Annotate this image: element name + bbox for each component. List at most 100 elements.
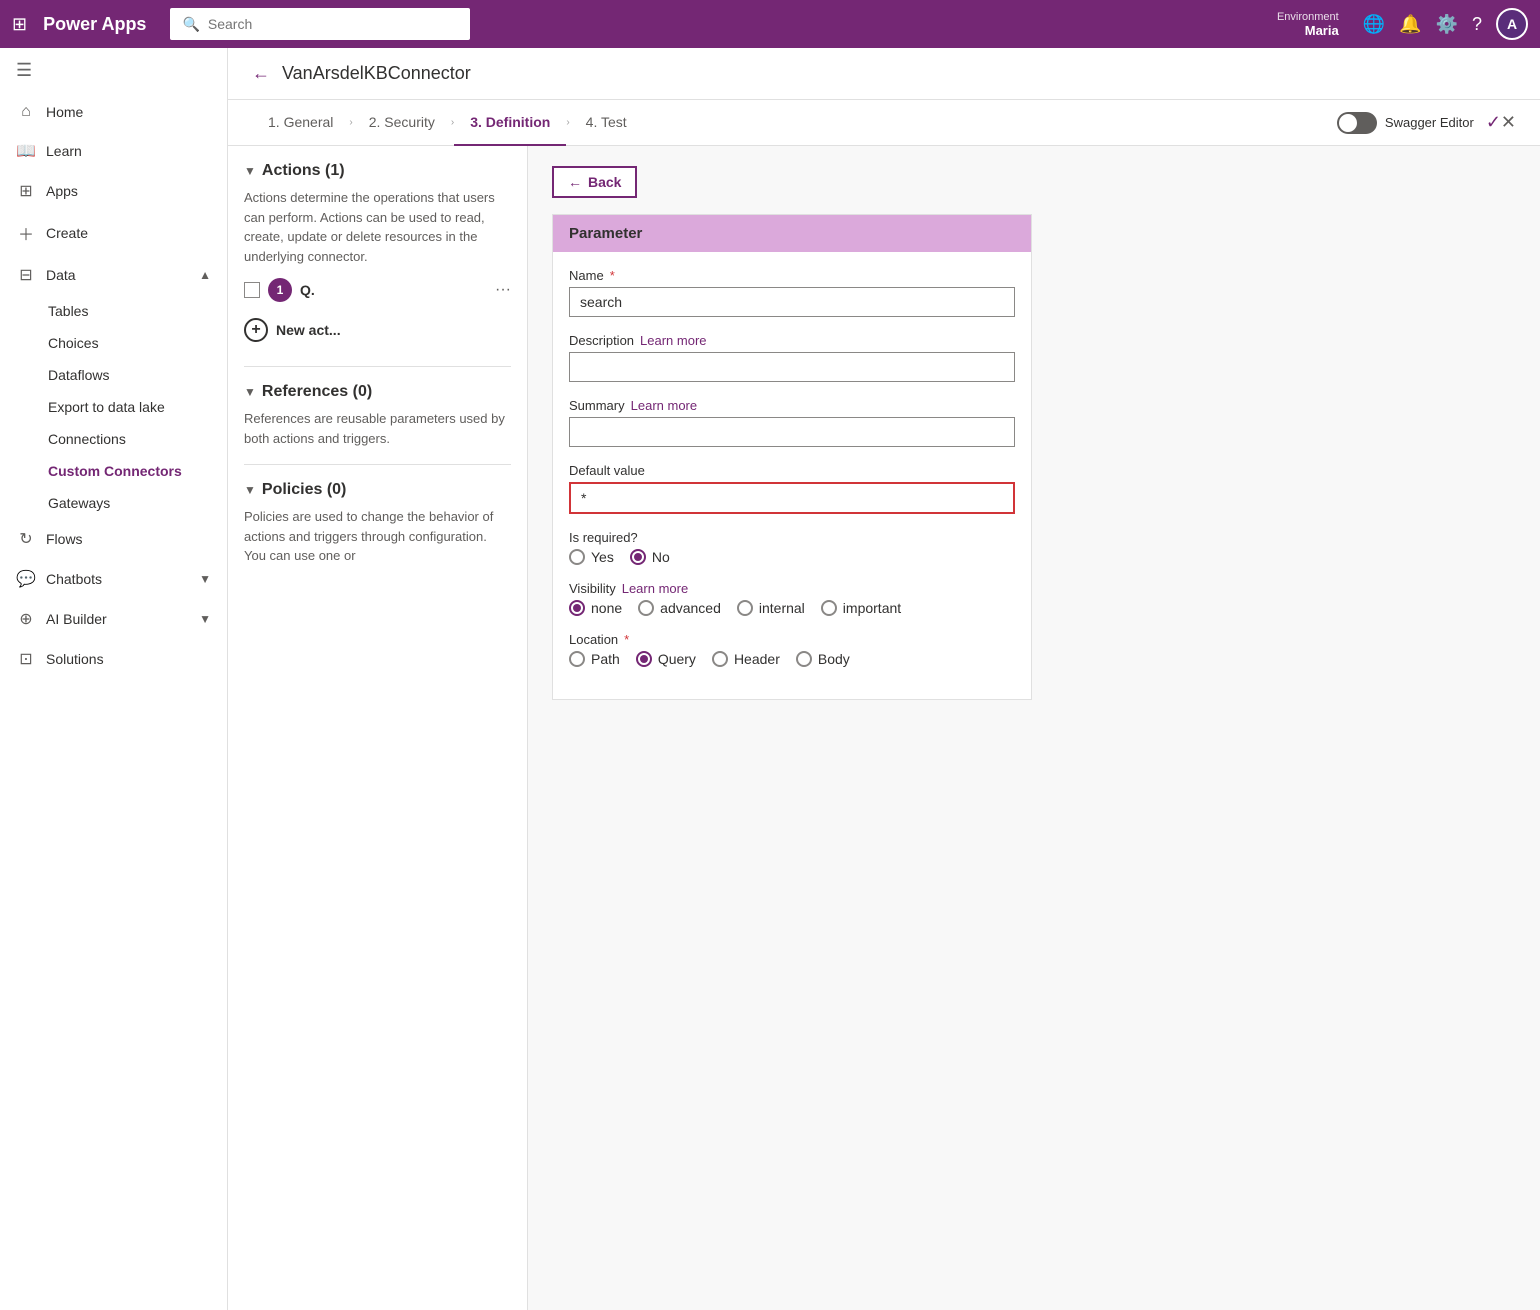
sidebar-item-connections[interactable]: Connections bbox=[32, 423, 227, 455]
sidebar-toggle[interactable]: ☰ bbox=[0, 48, 227, 93]
visibility-none[interactable]: none bbox=[569, 600, 622, 616]
create-icon: ＋ bbox=[16, 221, 36, 245]
visibility-label: Visibility Learn more bbox=[569, 581, 1015, 596]
env-label: Environment bbox=[1277, 11, 1339, 23]
connector-title: VanArsdelKBConnector bbox=[282, 63, 471, 84]
sidebar-item-dataflows[interactable]: Dataflows bbox=[32, 359, 227, 391]
sidebar-item-label-create: Create bbox=[46, 225, 88, 241]
sidebar-section-data[interactable]: ⊟ Data ▲ bbox=[0, 255, 227, 295]
globe-icon[interactable]: 🌐 bbox=[1363, 14, 1385, 35]
environment-info: Environment Maria bbox=[1277, 11, 1339, 38]
flows-icon: ↻ bbox=[16, 529, 36, 549]
data-subitems: Tables Choices Dataflows Export to data … bbox=[0, 295, 227, 519]
sidebar-item-create[interactable]: ＋ Create bbox=[0, 211, 227, 255]
visibility-important[interactable]: important bbox=[821, 600, 901, 616]
form-group-name: Name * bbox=[569, 268, 1015, 317]
location-label: Location * bbox=[569, 632, 1015, 647]
solutions-icon: ⊡ bbox=[16, 649, 36, 669]
sidebar-item-gateways[interactable]: Gateways bbox=[32, 487, 227, 519]
swagger-toggle[interactable] bbox=[1337, 112, 1377, 134]
settings-icon[interactable]: ⚙️ bbox=[1436, 14, 1458, 35]
name-required-star: * bbox=[610, 268, 615, 283]
search-input[interactable] bbox=[208, 16, 459, 32]
visibility-learn-link[interactable]: Learn more bbox=[622, 581, 688, 596]
form-group-is-required: Is required? Yes No bbox=[569, 530, 1015, 565]
sidebar-item-label-home: Home bbox=[46, 104, 83, 120]
sidebar-section-chatbots[interactable]: 💬 Chatbots ▼ bbox=[0, 559, 227, 599]
name-input[interactable] bbox=[569, 287, 1015, 317]
sidebar-item-choices[interactable]: Choices bbox=[32, 327, 227, 359]
radio-yes[interactable]: Yes bbox=[569, 549, 614, 565]
tab-security-label: 2. Security bbox=[369, 114, 435, 130]
sidebar-item-solutions[interactable]: ⊡ Solutions bbox=[0, 639, 227, 679]
visibility-internal[interactable]: internal bbox=[737, 600, 805, 616]
data-expand-arrow: ▲ bbox=[199, 268, 211, 282]
is-required-radio-group: Yes No bbox=[569, 549, 1015, 565]
visibility-important-circle bbox=[821, 600, 837, 616]
right-panel: ← Back Parameter Name * bbox=[528, 146, 1540, 1310]
sidebar-section-ai-builder[interactable]: ⊕ AI Builder ▼ bbox=[0, 599, 227, 639]
sidebar-item-export[interactable]: Export to data lake bbox=[32, 391, 227, 423]
main-layout: ☰ ⌂ Home 📖 Learn ⊞ Apps ＋ Create ⊟ Data … bbox=[0, 48, 1540, 1310]
summary-input[interactable] bbox=[569, 417, 1015, 447]
swagger-label: Swagger Editor bbox=[1385, 115, 1474, 130]
tabs-bar: 1. General › 2. Security › 3. Definition… bbox=[228, 100, 1540, 146]
back-btn-arrow: ← bbox=[568, 174, 582, 190]
location-header[interactable]: Header bbox=[712, 651, 780, 667]
sidebar-item-label-apps: Apps bbox=[46, 183, 78, 199]
visibility-none-dot bbox=[573, 604, 581, 612]
sidebar-item-tables[interactable]: Tables bbox=[32, 295, 227, 327]
visibility-advanced[interactable]: advanced bbox=[638, 600, 721, 616]
section-divider-2 bbox=[244, 464, 511, 465]
location-radio-group: Path Query Header bbox=[569, 651, 1015, 667]
help-icon[interactable]: ? bbox=[1472, 14, 1482, 35]
back-btn-label: Back bbox=[588, 174, 621, 190]
location-query-dot bbox=[640, 655, 648, 663]
summary-learn-link[interactable]: Learn more bbox=[631, 398, 697, 413]
sidebar-item-custom-connectors[interactable]: Custom Connectors bbox=[32, 455, 227, 487]
sidebar-item-home[interactable]: ⌂ Home bbox=[0, 93, 227, 131]
summary-label: Summary Learn more bbox=[569, 398, 1015, 413]
references-collapse-icon[interactable]: ▼ bbox=[244, 385, 256, 399]
sidebar-item-label-ai-builder: AI Builder bbox=[46, 611, 107, 627]
new-action-button[interactable]: + New act... bbox=[244, 310, 511, 350]
references-section-header: ▼ References (0) bbox=[244, 383, 511, 401]
param-card-header: Parameter bbox=[553, 215, 1031, 252]
form-group-visibility: Visibility Learn more none bbox=[569, 581, 1015, 616]
tab-definition[interactable]: 3. Definition bbox=[454, 100, 566, 146]
action-letter: Q. bbox=[300, 282, 315, 298]
actions-desc: Actions determine the operations that us… bbox=[244, 188, 511, 266]
search-box[interactable]: 🔍 bbox=[170, 8, 470, 40]
ai-builder-icon: ⊕ bbox=[16, 609, 36, 629]
sidebar-item-flows[interactable]: ↻ Flows bbox=[0, 519, 227, 559]
description-input[interactable] bbox=[569, 352, 1015, 382]
tab-test[interactable]: 4. Test bbox=[570, 100, 643, 146]
description-learn-link[interactable]: Learn more bbox=[640, 333, 706, 348]
back-icon[interactable]: ← bbox=[252, 63, 270, 84]
sidebar-item-apps[interactable]: ⊞ Apps bbox=[0, 171, 227, 211]
sidebar-item-learn[interactable]: 📖 Learn bbox=[0, 131, 227, 171]
save-check-icon[interactable]: ✓ bbox=[1486, 112, 1501, 133]
location-body[interactable]: Body bbox=[796, 651, 850, 667]
action-checkbox[interactable] bbox=[244, 282, 260, 298]
location-header-label: Header bbox=[734, 651, 780, 667]
tab-security[interactable]: 2. Security bbox=[353, 100, 451, 146]
learn-icon: 📖 bbox=[16, 141, 36, 161]
form-group-description: Description Learn more bbox=[569, 333, 1015, 382]
location-query[interactable]: Query bbox=[636, 651, 696, 667]
data-icon: ⊟ bbox=[16, 265, 36, 285]
radio-no[interactable]: No bbox=[630, 549, 670, 565]
tab-general[interactable]: 1. General bbox=[252, 100, 349, 146]
actions-collapse-icon[interactable]: ▼ bbox=[244, 164, 256, 178]
location-path[interactable]: Path bbox=[569, 651, 620, 667]
grid-icon[interactable]: ⊞ bbox=[12, 14, 27, 35]
back-button[interactable]: ← Back bbox=[552, 166, 637, 198]
action-more-dots[interactable]: ··· bbox=[495, 281, 511, 299]
policies-collapse-icon[interactable]: ▼ bbox=[244, 483, 256, 497]
content-body: ▼ Actions (1) Actions determine the oper… bbox=[228, 146, 1540, 1310]
default-value-input[interactable] bbox=[569, 482, 1015, 514]
avatar[interactable]: A bbox=[1496, 8, 1528, 40]
visibility-internal-circle bbox=[737, 600, 753, 616]
close-icon[interactable]: ✕ bbox=[1501, 112, 1516, 133]
notification-icon[interactable]: 🔔 bbox=[1399, 14, 1421, 35]
